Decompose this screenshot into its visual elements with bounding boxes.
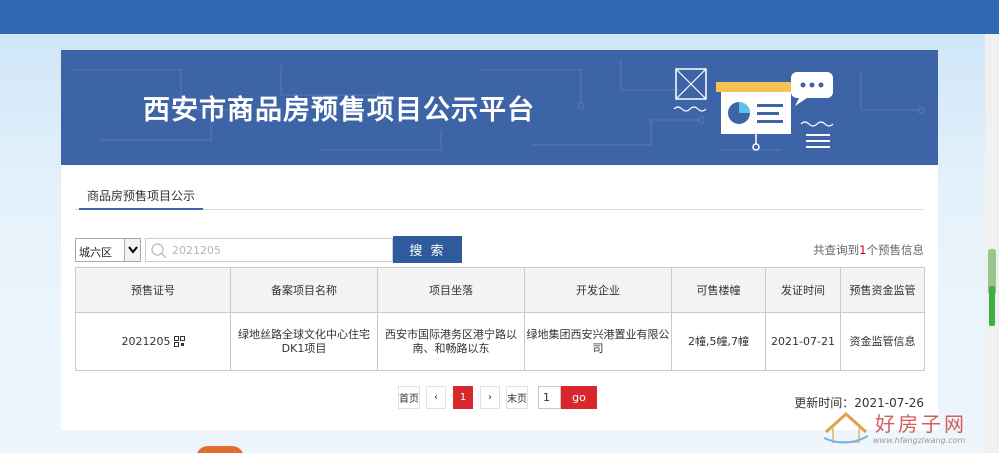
qr-code-icon[interactable] bbox=[173, 336, 185, 347]
table-header-row: 预售证号 备案项目名称 项目坐落 开发企业 可售楼幢 发证时间 预售资金监管 bbox=[75, 267, 925, 313]
column-header: 项目坐落 bbox=[377, 267, 525, 313]
page-scrollbar[interactable] bbox=[985, 34, 999, 453]
column-header: 发证时间 bbox=[765, 267, 841, 313]
fund-supervision-link[interactable]: 资金监管信息 bbox=[840, 312, 925, 371]
watermark-url: www.hfangziwang.com bbox=[873, 436, 966, 445]
search-button[interactable]: 搜 索 bbox=[393, 236, 462, 263]
district-select[interactable]: 城六区 bbox=[75, 238, 141, 262]
buildings-cell[interactable]: 2幢,5幢,7幢 bbox=[671, 312, 766, 371]
page-number-input[interactable]: 1 bbox=[538, 386, 561, 409]
result-count-number: 1 bbox=[859, 243, 867, 257]
main-content: 西安市商品房预售项目公示平台 商品房预售项目公示 城六区 2021205 搜 索… bbox=[61, 50, 938, 430]
presentation-board-illustration bbox=[673, 68, 834, 151]
presale-results-table: 预售证号 备案项目名称 项目坐落 开发企业 可售楼幢 发证时间 预售资金监管 2… bbox=[75, 267, 925, 371]
cert-no-cell: 2021205 bbox=[75, 312, 231, 371]
location-cell: 西安市国际港务区港宁路以南、和畅路以东 bbox=[377, 312, 525, 371]
page-1-button[interactable]: 1 bbox=[453, 386, 473, 409]
go-button[interactable]: go bbox=[561, 386, 597, 409]
issue-date-cell: 2021-07-21 bbox=[765, 312, 841, 371]
top-nav-bar bbox=[0, 0, 999, 34]
search-box[interactable] bbox=[145, 238, 393, 262]
developer-cell: 绿地集团西安兴港置业有限公司 bbox=[524, 312, 672, 371]
tab-bar: 商品房预售项目公示 bbox=[75, 178, 924, 210]
watermark-text: 好房子网 bbox=[875, 412, 967, 436]
column-header: 预售证号 bbox=[75, 267, 231, 313]
last-page-button[interactable]: 末页 bbox=[506, 386, 528, 409]
tab-presale-projects[interactable]: 商品房预售项目公示 bbox=[79, 178, 204, 210]
prev-page-button[interactable]: ‹ bbox=[426, 386, 446, 409]
footer-logo bbox=[196, 446, 244, 453]
district-select-value: 城六区 bbox=[79, 246, 112, 259]
column-header: 备案项目名称 bbox=[230, 267, 378, 313]
site-banner: 西安市商品房预售项目公示平台 bbox=[61, 50, 938, 165]
scrollbar-indicator bbox=[989, 286, 995, 326]
column-header: 开发企业 bbox=[524, 267, 672, 313]
site-title: 西安市商品房预售项目公示平台 bbox=[143, 95, 535, 126]
result-count: 共查询到1个预售信息 bbox=[813, 243, 924, 257]
column-header: 可售楼幢 bbox=[671, 267, 766, 313]
search-icon bbox=[151, 243, 167, 259]
project-name-cell[interactable]: 绿地丝路全球文化中心住宅DK1项目 bbox=[230, 312, 378, 371]
cert-no[interactable]: 2021205 bbox=[122, 335, 171, 348]
table-row: 2021205 绿地丝路全球文化中心住宅DK1项目 西安市国际港务区港宁路以南、… bbox=[75, 312, 925, 371]
column-header: 预售资金监管 bbox=[840, 267, 925, 313]
chevron-down-icon[interactable] bbox=[124, 239, 140, 261]
next-page-button[interactable]: › bbox=[480, 386, 500, 409]
first-page-button[interactable]: 首页 bbox=[398, 386, 420, 409]
search-input[interactable] bbox=[172, 241, 387, 259]
